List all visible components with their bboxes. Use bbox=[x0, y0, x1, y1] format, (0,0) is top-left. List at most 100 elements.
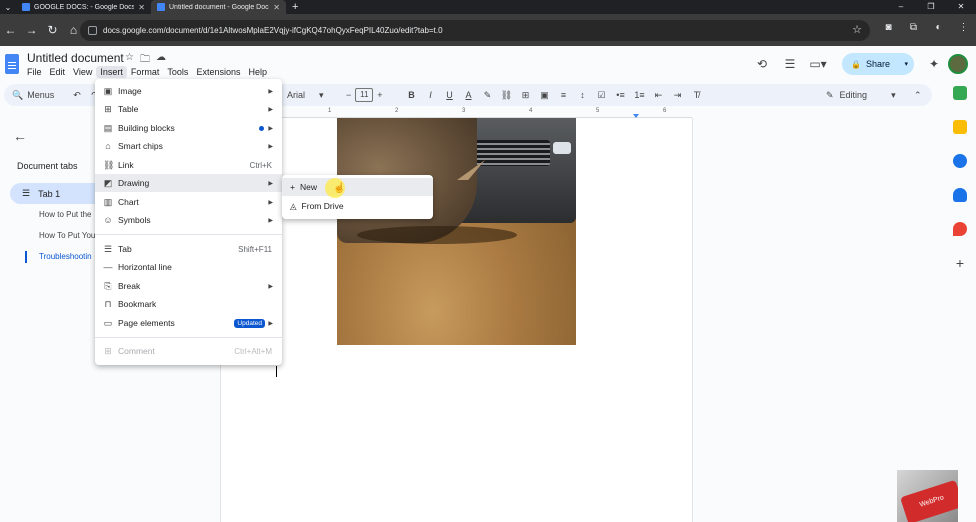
font-select[interactable]: Arial ▾ bbox=[287, 90, 324, 101]
forward-icon[interactable]: → bbox=[21, 23, 42, 37]
sheets-icon[interactable] bbox=[953, 86, 967, 100]
chevron-down-icon[interactable]: ▾ bbox=[904, 60, 908, 68]
ruler[interactable]: 1 2 3 4 5 6 bbox=[280, 108, 692, 118]
align-icon[interactable]: ≡ bbox=[554, 90, 573, 101]
new-tab-icon[interactable]: + bbox=[286, 1, 304, 13]
menu-item-symbols[interactable]: ☺ Symbols ▶ bbox=[95, 211, 282, 229]
menu-item-image[interactable]: ▣ Image ▶ bbox=[95, 82, 282, 100]
text-color-icon[interactable]: A bbox=[459, 90, 478, 101]
menu-item-bookmark[interactable]: ⊓ Bookmark bbox=[95, 295, 282, 313]
menu-help[interactable]: Help bbox=[244, 66, 271, 78]
link-icon[interactable]: ⛓ bbox=[497, 90, 516, 101]
menu-edit[interactable]: Edit bbox=[46, 66, 70, 78]
collapse-toolbar-icon[interactable]: ⌃ bbox=[914, 90, 922, 101]
menu-item-drawing[interactable]: ◩ Drawing ▶ bbox=[95, 174, 282, 192]
tab-search-icon[interactable]: ⌄ bbox=[0, 3, 16, 12]
underline-icon[interactable]: U bbox=[440, 90, 459, 101]
menu-item-smart-chips[interactable]: ⌂ Smart chips ▶ bbox=[95, 137, 282, 155]
reload-icon[interactable]: ↻ bbox=[42, 23, 63, 37]
symbols-icon: ☺ bbox=[103, 215, 113, 225]
undo-icon[interactable]: ↶ bbox=[68, 90, 86, 101]
document-title[interactable]: Untitled document bbox=[27, 51, 124, 65]
gemini-icon[interactable]: ✦ bbox=[920, 57, 948, 71]
highlight-icon[interactable]: ✎ bbox=[478, 90, 497, 101]
menu-item-link[interactable]: ⛓ Link Ctrl+K bbox=[95, 156, 282, 174]
line-spacing-icon[interactable]: ↕ bbox=[573, 90, 592, 101]
submenu-item-from-drive[interactable]: ◬ From Drive bbox=[282, 197, 433, 215]
bookmark-star-icon[interactable]: ☆ bbox=[852, 23, 862, 36]
menu-item-tab[interactable]: ☰ Tab Shift+F11 bbox=[95, 240, 282, 258]
plus-icon: + bbox=[290, 182, 295, 192]
image-icon[interactable]: ▣ bbox=[535, 90, 554, 101]
submenu-arrow-icon: ▶ bbox=[268, 320, 273, 327]
bullet-list-icon[interactable]: •≡ bbox=[611, 90, 630, 101]
keep-icon[interactable] bbox=[953, 120, 967, 134]
maximize-icon[interactable]: ❐ bbox=[916, 0, 946, 14]
menu-item-building-blocks[interactable]: ▤ Building blocks ▶ bbox=[95, 119, 282, 137]
submenu-arrow-icon: ▶ bbox=[268, 199, 273, 206]
decrease-size-icon[interactable]: − bbox=[346, 90, 351, 100]
close-tab-icon[interactable]: ✕ bbox=[138, 3, 145, 12]
extensions-icon[interactable]: ⧉ bbox=[901, 22, 926, 33]
ruler-tick: 2 bbox=[395, 108, 399, 114]
font-name: Arial bbox=[287, 90, 306, 100]
decrease-indent-icon[interactable]: ⇤ bbox=[649, 90, 668, 101]
menu-insert[interactable]: Insert bbox=[96, 66, 127, 78]
numbered-list-icon[interactable]: 1≡ bbox=[630, 90, 649, 101]
profile-icon[interactable]: ◐ bbox=[926, 22, 951, 33]
menu-file[interactable]: File bbox=[23, 66, 46, 78]
back-arrow-icon[interactable]: ← bbox=[13, 128, 27, 144]
maps-icon[interactable] bbox=[953, 222, 967, 236]
increase-indent-icon[interactable]: ⇥ bbox=[668, 90, 687, 101]
docs-logo-icon[interactable] bbox=[5, 54, 19, 74]
more-icon[interactable]: ⋮ bbox=[951, 22, 976, 33]
menu-view[interactable]: View bbox=[69, 66, 96, 78]
browser-tab-2[interactable]: Untitled document - Google Docs ✕ bbox=[151, 0, 286, 14]
font-size-control: − 11 + bbox=[346, 88, 383, 102]
checklist-icon[interactable]: ☑ bbox=[592, 90, 611, 101]
menu-format[interactable]: Format bbox=[127, 66, 164, 78]
comment-icon[interactable]: ⊞ bbox=[516, 90, 535, 101]
browser-tab-1[interactable]: GOOGLE DOCS: - Google Docs ✕ bbox=[16, 0, 151, 14]
back-icon[interactable]: ← bbox=[0, 23, 21, 37]
font-size-input[interactable]: 11 bbox=[355, 88, 374, 102]
outline-item[interactable]: How To Put You bbox=[39, 231, 95, 240]
menu-item-break[interactable]: ⎘ Break ▶ bbox=[95, 277, 282, 295]
active-indicator bbox=[25, 251, 27, 263]
submenu-item-new[interactable]: + New bbox=[282, 178, 433, 196]
inserted-image[interactable] bbox=[337, 118, 576, 345]
address-bar: ← → ↻ ⌂ docs.google.com/document/d/1e1Al… bbox=[0, 14, 976, 46]
menu-item-chart[interactable]: ▥ Chart ▶ bbox=[95, 193, 282, 211]
italic-icon[interactable]: I bbox=[421, 90, 440, 101]
increase-size-icon[interactable]: + bbox=[377, 90, 382, 100]
tasks-icon[interactable] bbox=[953, 154, 967, 168]
comments-icon[interactable]: ☰ bbox=[776, 57, 804, 71]
site-info-icon[interactable] bbox=[88, 26, 97, 35]
close-window-icon[interactable]: ✕ bbox=[946, 0, 976, 14]
menu-item-table[interactable]: ⊞ Table ▶ bbox=[95, 100, 282, 118]
share-button[interactable]: 🔒 Share ▾ bbox=[842, 53, 914, 75]
meet-icon[interactable]: ▭▾ bbox=[804, 57, 832, 71]
menu-item-comment[interactable]: ⊞ Comment Ctrl+Alt+M bbox=[95, 342, 282, 360]
version-history-icon[interactable]: ⟲ bbox=[748, 57, 776, 71]
menus-search[interactable]: 🔍 Menus bbox=[4, 90, 68, 101]
bold-icon[interactable]: B bbox=[402, 90, 421, 101]
lock-icon: 🔒 bbox=[851, 59, 861, 69]
avatar[interactable] bbox=[948, 54, 968, 74]
tab-icon: ☰ bbox=[22, 188, 31, 198]
outline-item[interactable]: How to Put the bbox=[39, 210, 91, 219]
search-icon: 🔍 bbox=[12, 89, 24, 100]
close-tab-icon[interactable]: ✕ bbox=[273, 3, 280, 12]
minimize-icon[interactable]: – bbox=[886, 0, 916, 14]
clear-formatting-icon[interactable]: T̸ bbox=[687, 90, 706, 101]
menu-item-page-elements[interactable]: ▭ Page elements Updated ▶ bbox=[95, 314, 282, 332]
editing-mode-select[interactable]: ✎ Editing ▾ bbox=[826, 90, 896, 101]
outline-item[interactable]: Troubleshootin bbox=[39, 252, 92, 261]
url-field[interactable]: docs.google.com/document/d/1e1AltwosMpla… bbox=[80, 20, 870, 41]
camera-icon[interactable]: ◙ bbox=[876, 22, 901, 33]
add-on-plus-icon[interactable]: + bbox=[953, 256, 967, 270]
menu-extensions[interactable]: Extensions bbox=[192, 66, 244, 78]
menu-tools[interactable]: Tools bbox=[163, 66, 192, 78]
contacts-icon[interactable] bbox=[953, 188, 967, 202]
menu-item-horizontal-line[interactable]: — Horizontal line bbox=[95, 258, 282, 276]
